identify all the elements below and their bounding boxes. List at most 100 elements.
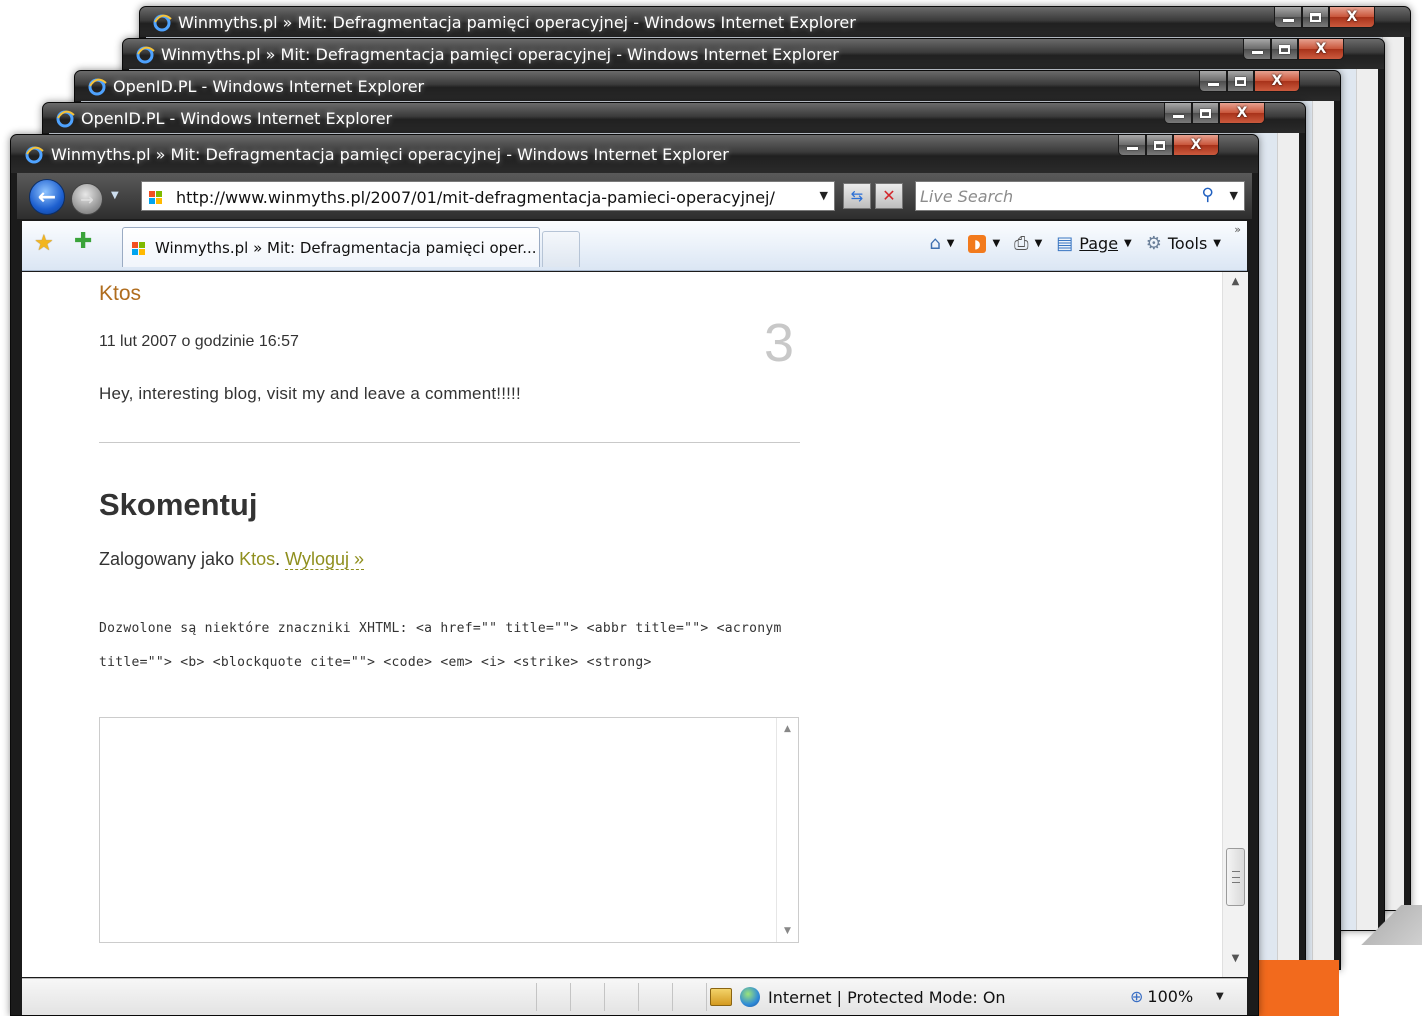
- window-title: Winmyths.pl » Mit: Defragmentacja pamięc…: [161, 45, 839, 64]
- close-button[interactable]: X: [1298, 39, 1344, 60]
- textarea-scrollbar[interactable]: ▲ ▼: [776, 718, 798, 942]
- close-button[interactable]: X: [1254, 71, 1300, 92]
- comment-author-link[interactable]: Ktos: [99, 282, 141, 306]
- search-input[interactable]: [920, 184, 1190, 208]
- maximize-button[interactable]: [1271, 39, 1298, 60]
- window-title: OpenID.PL - Windows Internet Explorer: [113, 77, 425, 96]
- home-button[interactable]: ⌂ ▼: [929, 233, 954, 254]
- stop-button[interactable]: ✕: [875, 183, 903, 209]
- title-bar[interactable]: OpenID.PL - Windows Internet Explorer: [43, 103, 1305, 133]
- scroll-thumb[interactable]: [1226, 848, 1245, 906]
- page-label: Page: [1079, 234, 1119, 253]
- comment-number: 3: [764, 313, 795, 373]
- page-content: Ktos 11 lut 2007 o godzinie 16:57 3 Hey,…: [22, 272, 1222, 977]
- browser-window[interactable]: Winmyths.pl » Mit: Defragmentacja pamięc…: [10, 134, 1259, 1016]
- address-bar[interactable]: http://www.winmyths.pl/2007/01/mit-defra…: [141, 181, 835, 211]
- recent-pages-dropdown[interactable]: ▼: [111, 190, 119, 201]
- user-link[interactable]: Ktos: [239, 549, 275, 569]
- minimize-button[interactable]: [1118, 135, 1146, 156]
- caption-buttons: X: [1243, 39, 1344, 60]
- scrollbar[interactable]: [1277, 133, 1299, 1003]
- search-box[interactable]: ⚲ ▼: [915, 181, 1245, 211]
- minimize-button[interactable]: [1274, 7, 1302, 28]
- allowed-tags-note: Dozwolone są niektóre znaczniki XHTML: <…: [99, 621, 782, 670]
- scrollbar[interactable]: [1382, 37, 1404, 910]
- tab-label: Winmyths.pl » Mit: Defragmentacja pamięc…: [155, 239, 537, 257]
- home-icon: ⌂: [929, 233, 941, 254]
- search-options-dropdown[interactable]: ▼: [1230, 189, 1238, 202]
- scroll-up-icon[interactable]: ▲: [777, 724, 798, 734]
- logged-in-prefix: Zalogowany jako: [99, 549, 240, 569]
- ie-icon: [55, 109, 75, 129]
- back-icon: ←: [37, 184, 57, 210]
- caption-buttons: X: [1199, 71, 1300, 92]
- command-bar: ★ ✚ Winmyths.pl » Mit: Defragmentacja pa…: [22, 221, 1247, 271]
- close-button[interactable]: X: [1329, 7, 1375, 28]
- search-icon[interactable]: ⚲: [1202, 185, 1214, 205]
- maximize-button[interactable]: [1302, 7, 1329, 28]
- feed-icon: ◗: [968, 234, 987, 253]
- maximize-button[interactable]: [1146, 135, 1173, 156]
- minimize-button[interactable]: [1199, 71, 1227, 92]
- reply-heading: Skomentuj: [99, 487, 258, 522]
- tab-favicon-icon: [131, 240, 147, 256]
- tools-label: Tools: [1167, 234, 1208, 253]
- security-zone[interactable]: Internet | Protected Mode: On: [710, 987, 1006, 1007]
- title-bar[interactable]: Winmyths.pl » Mit: Defragmentacja pamięc…: [11, 135, 1258, 173]
- scroll-down-icon[interactable]: ▼: [777, 926, 798, 936]
- title-bar[interactable]: Winmyths.pl » Mit: Defragmentacja pamięc…: [140, 7, 1410, 37]
- ie-icon: [135, 45, 155, 65]
- print-icon: ⎙: [1014, 233, 1029, 254]
- comment-text: Hey, interesting blog, visit my and leav…: [99, 384, 521, 403]
- address-dropdown-icon[interactable]: ▼: [820, 189, 828, 202]
- separator-text: .: [275, 549, 286, 569]
- minimize-button[interactable]: [1243, 39, 1271, 60]
- address-url[interactable]: http://www.winmyths.pl/2007/01/mit-defra…: [176, 188, 775, 207]
- stop-icon: ✕: [882, 186, 896, 205]
- refresh-icon: ⇆: [850, 187, 864, 205]
- logged-in-line: Zalogowany jako Ktos. Wyloguj »: [99, 549, 365, 570]
- gear-icon: ⚙: [1145, 233, 1162, 254]
- scroll-down-icon[interactable]: ▼: [1223, 953, 1248, 973]
- zoom-dropdown-icon[interactable]: ▼: [1216, 991, 1224, 1002]
- print-button[interactable]: ⎙ ▼: [1014, 233, 1042, 254]
- refresh-button[interactable]: ⇆: [843, 183, 871, 209]
- ie-icon: [87, 77, 107, 97]
- scroll-up-icon[interactable]: ▲: [1223, 276, 1248, 296]
- close-button[interactable]: X: [1219, 103, 1265, 124]
- divider: [99, 442, 800, 443]
- tools-menu-button[interactable]: ⚙ Tools ▼: [1146, 233, 1221, 254]
- window-title: OpenID.PL - Windows Internet Explorer: [81, 109, 393, 128]
- scrollbar[interactable]: [1312, 101, 1334, 969]
- tab-active[interactable]: Winmyths.pl » Mit: Defragmentacja pamięc…: [122, 227, 540, 267]
- forward-button[interactable]: →: [71, 183, 103, 215]
- page-menu-button[interactable]: ▤ Page ▼: [1056, 233, 1131, 254]
- ie-icon: [24, 145, 44, 165]
- zoom-label: 100%: [1147, 987, 1194, 1006]
- zone-label: Internet | Protected Mode: On: [768, 987, 1006, 1007]
- feeds-button[interactable]: ◗ ▼: [968, 234, 1000, 253]
- scrollbar[interactable]: [1356, 69, 1378, 930]
- title-bar[interactable]: Winmyths.pl » Mit: Defragmentacja pamięc…: [123, 39, 1384, 69]
- add-favorites-icon[interactable]: ✚: [74, 229, 92, 254]
- minimize-button[interactable]: [1164, 103, 1192, 124]
- close-button[interactable]: X: [1173, 135, 1219, 156]
- toolbar-buttons: ⌂ ▼ ◗ ▼ ⎙ ▼ ▤ Page ▼ ⚙ Tools ▼: [929, 233, 1221, 254]
- logout-link[interactable]: Wyloguj »: [285, 549, 365, 570]
- toolbar-overflow-chevron[interactable]: »: [1234, 223, 1241, 236]
- page-icon: ▤: [1056, 233, 1074, 254]
- caption-buttons: X: [1164, 103, 1265, 124]
- ie-icon: [152, 13, 172, 33]
- page-scrollbar[interactable]: ▲ ▼: [1222, 272, 1248, 977]
- back-button[interactable]: ←: [29, 179, 65, 215]
- favorites-star-icon[interactable]: ★: [34, 231, 54, 256]
- title-bar[interactable]: OpenID.PL - Windows Internet Explorer: [75, 71, 1340, 101]
- zoom-icon: ⊕: [1130, 987, 1144, 1006]
- maximize-button[interactable]: [1227, 71, 1254, 92]
- comment-date: 11 lut 2007 o godzinie 16:57: [99, 333, 299, 350]
- comment-textarea[interactable]: ▲ ▼: [99, 717, 799, 943]
- maximize-button[interactable]: [1192, 103, 1219, 124]
- globe-icon: [740, 987, 760, 1007]
- zoom-level[interactable]: ⊕ 100%: [1130, 987, 1193, 1006]
- new-tab-button[interactable]: [542, 231, 580, 267]
